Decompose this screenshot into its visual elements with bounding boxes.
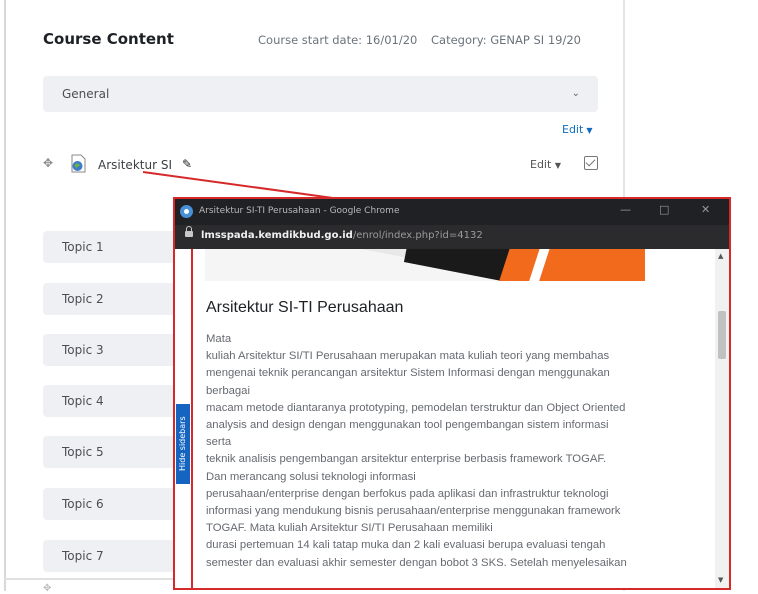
chrome-icon (180, 205, 193, 218)
move-icon[interactable]: ✥ (43, 156, 53, 170)
activity-row: ✥ Arsitektur SI ✎ Edit ▼ (43, 154, 598, 176)
topic-label: Topic 7 (62, 549, 104, 563)
window-titlebar[interactable]: Arsitektur SI-TI Perusahaan - Google Chr… (175, 199, 729, 225)
annotation-line (191, 249, 193, 588)
page-viewport: Hide sidebars Arsitektur SI-TI Perusahaa… (175, 249, 715, 588)
hide-sidebars-button[interactable]: Hide sidebars (176, 404, 190, 484)
topic-section-4[interactable]: Topic 4 (43, 385, 183, 417)
topic-label: Topic 4 (62, 394, 104, 408)
address-bar[interactable]: lmsspada.kemdikbud.go.id/enrol/index.php… (175, 225, 729, 249)
caret-down-icon: ▼ (554, 161, 561, 170)
page-border-left (4, 0, 6, 591)
course-heading: Arsitektur SI-TI Perusahaan (206, 299, 404, 316)
topic-section-1[interactable]: Topic 1 (43, 231, 183, 263)
move-icon: ✥ (43, 583, 52, 594)
topic-section-5[interactable]: Topic 5 (43, 436, 183, 468)
vertical-scrollbar[interactable]: ▲ ▼ (715, 249, 729, 588)
completion-checkbox[interactable] (584, 156, 598, 170)
activity-edit-label: Edit (530, 158, 552, 171)
url-text: lmsspada.kemdikbud.go.id/enrol/index.php… (201, 230, 483, 241)
topic-label: Topic 6 (62, 497, 104, 511)
scroll-up-icon[interactable]: ▲ (718, 252, 723, 260)
page-icon (71, 154, 86, 173)
scrollbar-thumb[interactable] (718, 311, 726, 359)
chrome-popup-window: Arsitektur SI-TI Perusahaan - Google Chr… (175, 199, 729, 588)
topic-section-7[interactable]: Topic 7 (43, 540, 183, 572)
course-content-title: Course Content (43, 30, 174, 48)
window-title: Arsitektur SI-TI Perusahaan - Google Chr… (199, 206, 400, 216)
topic-label: Topic 2 (62, 292, 104, 306)
pencil-icon[interactable]: ✎ (182, 157, 192, 171)
scroll-down-icon[interactable]: ▼ (718, 576, 723, 584)
general-edit-label: Edit (562, 123, 584, 136)
course-category: Category: GENAP SI 19/20 (431, 33, 581, 47)
general-section-header[interactable]: General ⌄ (43, 76, 598, 112)
topic-label: Topic 3 (62, 343, 104, 357)
activity-link[interactable]: Arsitektur SI (98, 158, 172, 172)
topic-section-3[interactable]: Topic 3 (43, 334, 183, 366)
topic-label: Topic 5 (62, 445, 104, 459)
course-meta: Course start date: 16/01/20 Category: GE… (258, 33, 581, 47)
close-icon[interactable]: ✕ (701, 203, 710, 216)
course-description: Mata kuliah Arsitektur SI/TI Perusahaan … (206, 333, 627, 569)
maximize-icon[interactable]: □ (659, 203, 669, 216)
course-banner-image (205, 249, 645, 281)
chevron-down-icon[interactable]: ⌄ (572, 76, 580, 112)
caret-down-icon: ▼ (586, 126, 593, 135)
topic-section-2[interactable]: Topic 2 (43, 283, 183, 315)
topic-label: Topic 1 (62, 240, 104, 254)
lock-icon (185, 226, 193, 237)
general-section-label: General (62, 87, 110, 101)
topic-section-6[interactable]: Topic 6 (43, 488, 183, 520)
activity-edit-menu[interactable]: Edit ▼ (530, 158, 561, 171)
minimize-icon[interactable]: — (620, 203, 631, 216)
course-start-date: Course start date: 16/01/20 (258, 33, 418, 47)
general-edit-menu[interactable]: Edit ▼ (562, 123, 592, 136)
